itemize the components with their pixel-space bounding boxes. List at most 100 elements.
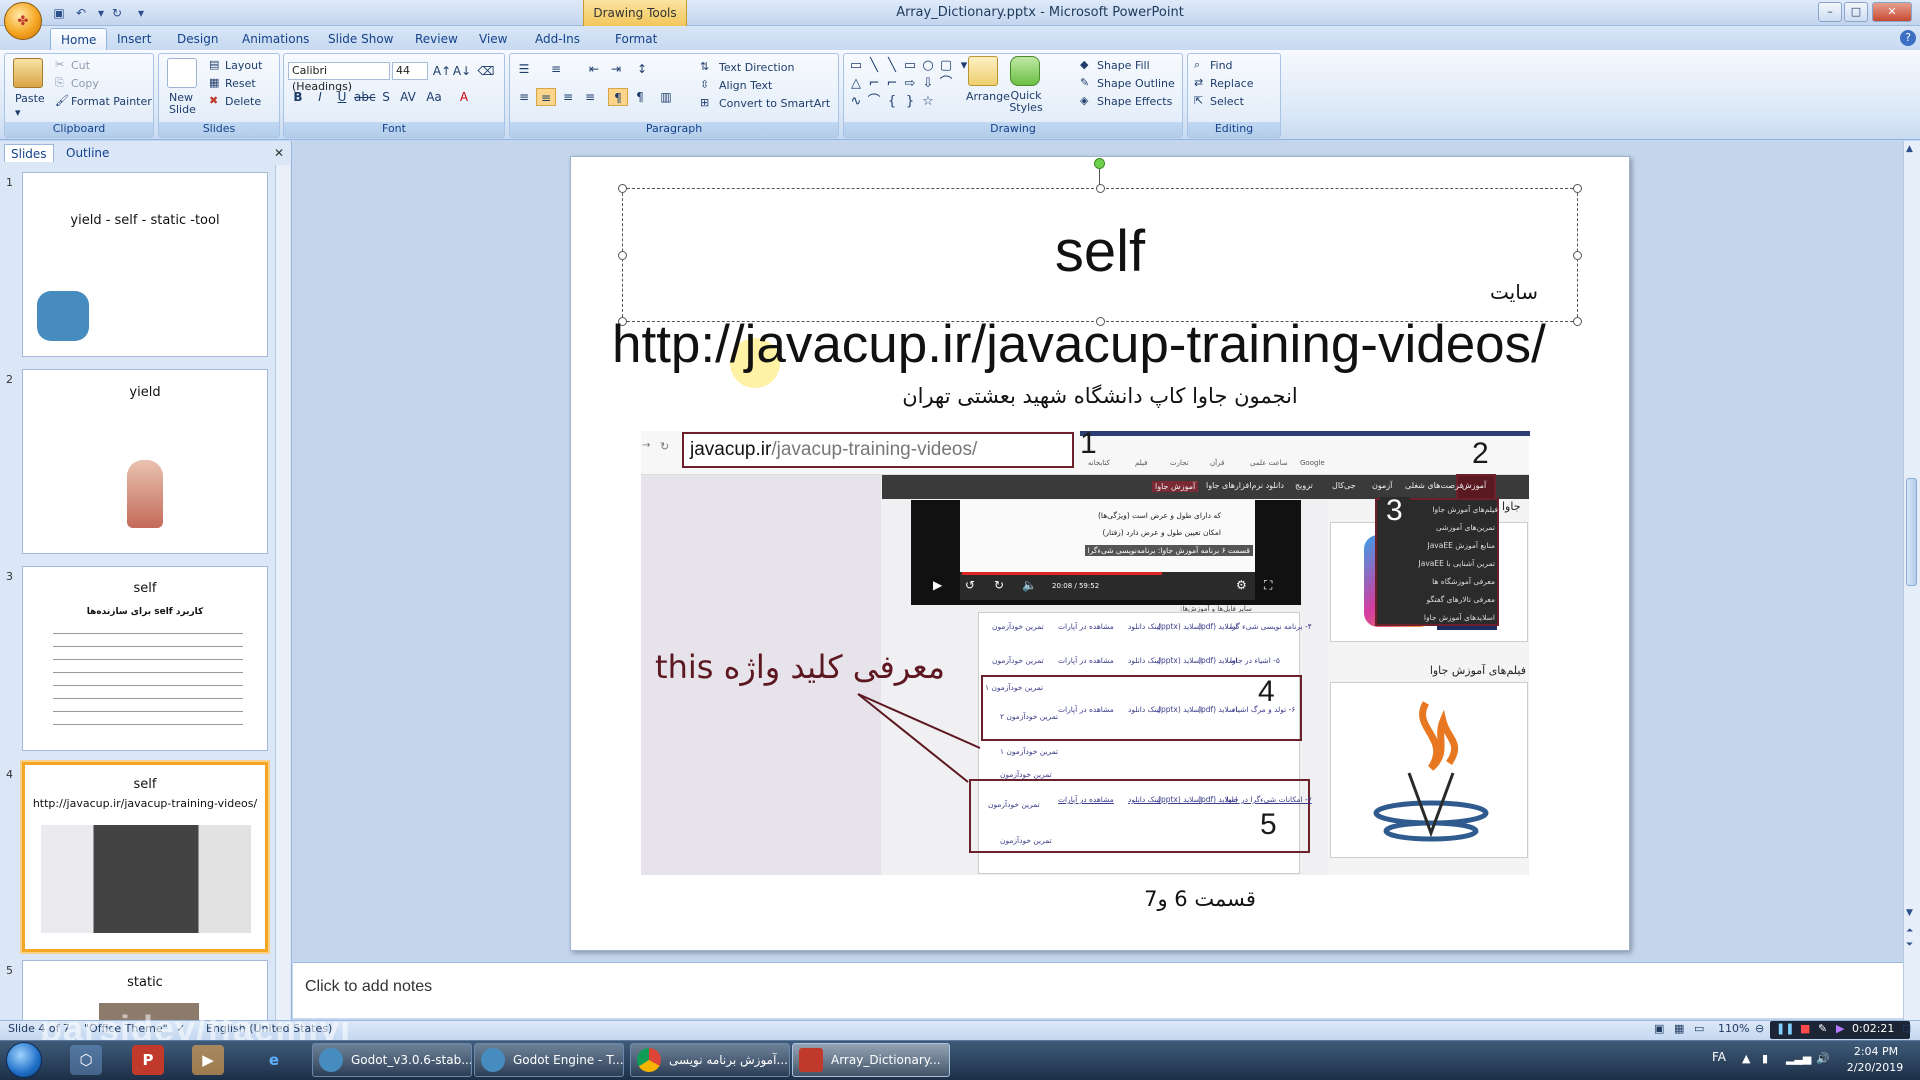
pane-close-icon[interactable]: ✕ xyxy=(274,146,284,160)
new-slide-icon[interactable] xyxy=(167,58,197,88)
clear-formatting-icon[interactable]: ⌫ xyxy=(476,62,496,80)
clock-time[interactable]: 2:04 PM xyxy=(1848,1045,1904,1058)
tab-view[interactable]: View xyxy=(469,28,517,50)
slide-thumbnail-4[interactable]: self http://javacup.ir/javacup-training-… xyxy=(22,762,268,952)
recorder-pen-icon[interactable]: ✎ xyxy=(1818,1022,1827,1035)
freeform-shape-icon[interactable]: ∿ xyxy=(848,94,864,110)
minimize-button[interactable]: – xyxy=(1818,2,1842,22)
font-name-select[interactable]: Calibri (Headings) xyxy=(288,62,390,93)
oval-shape-icon[interactable]: ○ xyxy=(920,58,936,74)
recorder-pause-icon[interactable]: ❚❚ xyxy=(1776,1022,1794,1035)
internet-explorer-icon[interactable]: e xyxy=(258,1045,290,1075)
font-size-select[interactable]: 44 xyxy=(392,62,428,80)
shape-effects-icon[interactable]: ◈ xyxy=(1080,94,1088,107)
scrollbar-thumb[interactable] xyxy=(1906,478,1917,586)
next-slide-icon[interactable]: ⏷ xyxy=(1906,940,1913,950)
help-icon[interactable]: ? xyxy=(1900,30,1916,46)
resize-handle[interactable] xyxy=(1096,184,1105,193)
connector-shape-icon[interactable]: ⌐ xyxy=(884,76,900,92)
copy-button[interactable]: Copy xyxy=(71,77,99,90)
bold-icon[interactable]: B xyxy=(288,88,308,106)
align-center-icon[interactable]: ≡ xyxy=(536,88,556,106)
slide-thumbnail-3[interactable]: self کاربرد self برای سازنده‌ها xyxy=(22,566,268,751)
slide-thumbnail-2[interactable]: yield xyxy=(22,369,268,554)
replace-icon[interactable]: ⇄ xyxy=(1194,76,1203,89)
taskbar-item-powerpoint[interactable]: Array_Dictionary... xyxy=(792,1043,950,1077)
down-arrow-shape-icon[interactable]: ⇩ xyxy=(920,76,936,92)
notes-placeholder[interactable]: Click to add notes xyxy=(305,978,432,996)
align-left-icon[interactable]: ≡ xyxy=(514,88,534,106)
tab-slides[interactable]: Slides xyxy=(4,144,54,162)
curved-shape-icon[interactable]: ⌒ xyxy=(938,76,954,92)
signal-icon[interactable]: ▂▃▅ xyxy=(1786,1052,1811,1065)
format-painter-button[interactable]: Format Painter xyxy=(71,95,152,108)
slide-url[interactable]: http://javacup.ir/javacup-training-video… xyxy=(612,314,1622,375)
new-slide-button[interactable]: New Slide xyxy=(169,92,209,116)
redo-icon[interactable]: ↻ xyxy=(108,4,126,22)
rounded-rect-shape-icon[interactable]: ▢ xyxy=(938,58,954,74)
save-icon[interactable]: ▣ xyxy=(50,4,68,22)
maximize-button[interactable]: □ xyxy=(1844,2,1868,22)
line-spacing-icon[interactable]: ↕ xyxy=(632,60,652,78)
quick-styles-icon[interactable] xyxy=(1010,56,1040,86)
resize-handle[interactable] xyxy=(1573,184,1582,193)
bullets-icon[interactable]: ☰ xyxy=(514,60,534,78)
slide-sorter-icon[interactable]: ▦ xyxy=(1674,1022,1684,1035)
slide-subtitle[interactable]: انجمون جاوا کاپ دانشگاه شهید بعشتی تهران xyxy=(640,384,1560,408)
paste-icon[interactable] xyxy=(13,58,43,88)
fit-to-window-icon[interactable]: ⊡ xyxy=(1902,1022,1911,1035)
language-indicator[interactable]: FA xyxy=(1712,1050,1726,1064)
powerpoint-pinned-icon[interactable]: P xyxy=(132,1045,164,1075)
layout-icon[interactable]: ▤ xyxy=(209,58,219,71)
tab-outline[interactable]: Outline xyxy=(60,144,115,162)
cut-icon[interactable]: ✂ xyxy=(55,58,64,71)
arc-shape-icon[interactable]: ⌒ xyxy=(866,94,882,110)
align-text-icon[interactable]: ⇳ xyxy=(700,78,709,91)
network-icon[interactable]: ▮ xyxy=(1762,1052,1768,1065)
triangle-shape-icon[interactable]: △ xyxy=(848,76,864,92)
scroll-up-icon[interactable]: ▲ xyxy=(1906,144,1913,154)
office-button[interactable]: ✤ xyxy=(4,2,42,40)
tab-review[interactable]: Review xyxy=(405,28,468,50)
justify-icon[interactable]: ≡ xyxy=(580,88,600,106)
media-player-icon[interactable]: ▶ xyxy=(192,1045,224,1075)
tab-format[interactable]: Format xyxy=(605,28,667,50)
notes-pane[interactable] xyxy=(293,962,1903,1018)
tab-design[interactable]: Design xyxy=(167,28,228,50)
text-direction-icon[interactable]: ⇅ xyxy=(700,60,709,73)
close-button[interactable]: ✕ xyxy=(1872,2,1912,22)
quick-styles-button[interactable]: Quick Styles xyxy=(1006,90,1046,114)
shape-fill-button[interactable]: Shape Fill xyxy=(1097,59,1150,72)
grow-font-icon[interactable]: A↑ xyxy=(432,62,452,80)
reset-icon[interactable]: ▦ xyxy=(209,76,219,89)
tab-add-ins[interactable]: Add-Ins xyxy=(525,28,590,50)
taskbar-item-godot-2[interactable]: Godot Engine - T... xyxy=(474,1043,624,1077)
tab-animations[interactable]: Animations xyxy=(232,28,319,50)
brace-shape-icon[interactable]: } xyxy=(902,94,918,110)
star-shape-icon[interactable]: ☆ xyxy=(920,94,936,110)
reset-button[interactable]: Reset xyxy=(225,77,256,90)
recorder-play-icon[interactable]: ▶ xyxy=(1836,1022,1844,1035)
undo-icon[interactable]: ↶ xyxy=(72,4,90,22)
ltr-icon[interactable]: ¶ xyxy=(608,88,628,106)
delete-icon[interactable]: ✖ xyxy=(209,94,218,107)
strikethrough-icon[interactable]: abc xyxy=(354,88,376,106)
layout-button[interactable]: Layout xyxy=(225,59,262,72)
arrange-icon[interactable] xyxy=(968,56,998,86)
select-button[interactable]: Select xyxy=(1210,95,1244,108)
align-text-button[interactable]: Align Text xyxy=(719,79,772,92)
columns-icon[interactable]: ▥ xyxy=(656,88,676,106)
tab-insert[interactable]: Insert xyxy=(107,28,161,50)
format-painter-icon[interactable]: 🖌 xyxy=(55,94,69,107)
previous-slide-icon[interactable]: ⏶ xyxy=(1906,926,1913,936)
text-direction-button[interactable]: Text Direction xyxy=(719,61,794,74)
underline-icon[interactable]: U xyxy=(332,88,352,106)
shrink-font-icon[interactable]: A↓ xyxy=(452,62,472,80)
copy-icon[interactable]: ⎘ xyxy=(55,76,64,90)
taskbar-item-chrome[interactable]: آموزش برنامه نویسی... xyxy=(630,1043,790,1077)
scroll-down-icon[interactable]: ▼ xyxy=(1906,908,1913,918)
episode-label[interactable]: قسمت 6 و7 xyxy=(1100,887,1300,911)
customize-qat-icon[interactable]: ▾ xyxy=(132,4,150,22)
shape-effects-button[interactable]: Shape Effects xyxy=(1097,95,1172,108)
slide-thumbnail-1[interactable]: yield - self - static -tool xyxy=(22,172,268,357)
